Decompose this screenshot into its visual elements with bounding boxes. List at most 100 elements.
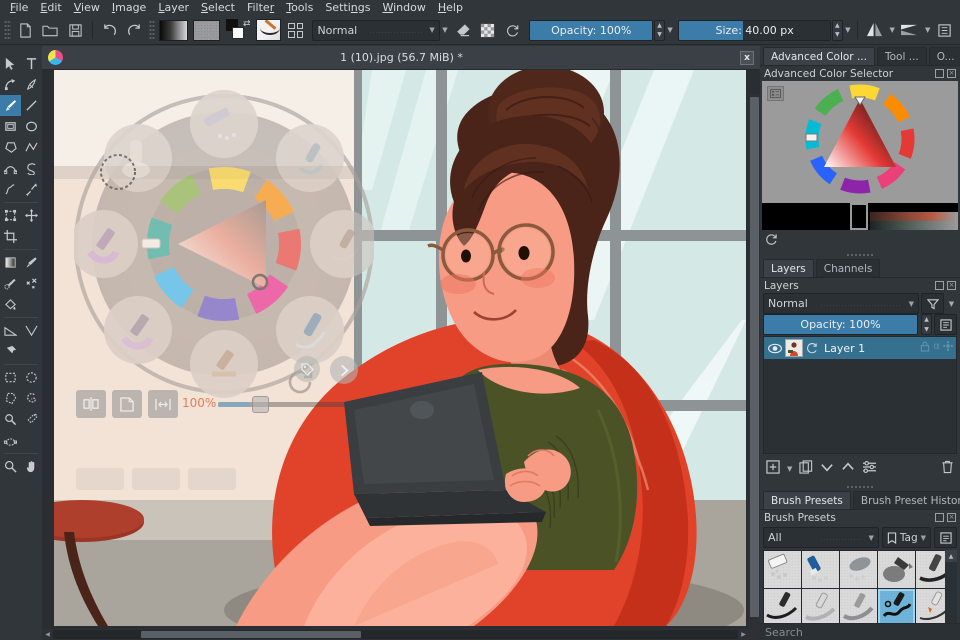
smart-patch-tool[interactable] <box>21 273 42 294</box>
menu-filter[interactable]: Filter <box>241 0 280 16</box>
filter-layers-icon[interactable] <box>921 293 944 314</box>
select-shapes-tool[interactable] <box>0 53 21 74</box>
toolbar-grip[interactable] <box>4 20 11 40</box>
layer-blend-mode-select[interactable]: Normal ▼ <box>763 293 919 314</box>
canvas-viewport[interactable]: 100% ◀ ▶ <box>42 70 760 640</box>
layer-properties-panel-icon[interactable] <box>862 460 877 477</box>
reset-brush-icon[interactable] <box>501 19 524 42</box>
freehand-selection-tool[interactable] <box>21 388 42 409</box>
size-stepper[interactable]: ▲ ▼ <box>831 19 843 41</box>
calligraphy-tool[interactable] <box>21 74 42 95</box>
canvas-horizontal-scroll-thumb[interactable] <box>141 631 361 638</box>
popup-zoom-slider-knob[interactable] <box>252 396 269 413</box>
blend-mode-extra-caret[interactable]: ▼ <box>440 20 450 41</box>
opacity-stepper[interactable]: ▲ ▼ <box>654 19 665 41</box>
size-slider[interactable]: Size: 40.00 px <box>678 19 831 41</box>
redo-icon[interactable] <box>123 19 146 42</box>
mirror-v-caret[interactable]: ▼ <box>922 20 932 41</box>
close-brush-docker-icon[interactable]: × <box>947 513 956 522</box>
list-item-selected[interactable] <box>878 589 915 626</box>
canvas-horizontal-scrollbar[interactable]: ◀ ▶ <box>42 629 749 640</box>
brush-tag-filter-select[interactable]: All ▼ <box>763 527 879 548</box>
layer-filter-icon[interactable] <box>943 341 953 355</box>
tab-layers[interactable]: Layers <box>763 259 814 277</box>
delete-layer-icon[interactable] <box>941 460 954 477</box>
color-sampler-tool[interactable] <box>21 252 42 273</box>
polygon-tool[interactable] <box>0 137 21 158</box>
layer-list[interactable]: Layer 1 α <box>763 336 957 454</box>
add-layer-caret[interactable]: ▼ <box>787 458 792 479</box>
freehand-brush-tool[interactable] <box>0 95 21 116</box>
tab-brush-preset-history[interactable]: Brush Preset History <box>852 491 960 509</box>
colorize-mask-tool[interactable] <box>0 273 21 294</box>
reset-color-icon[interactable] <box>764 232 778 249</box>
scroll-left-icon[interactable]: ◀ <box>42 629 53 640</box>
popup-tag-icon[interactable] <box>294 356 320 382</box>
popup-next-preset-icon[interactable] <box>330 356 358 384</box>
clear-canvas-icon[interactable] <box>112 390 142 418</box>
close-docker-icon[interactable]: × <box>947 69 956 78</box>
add-layer-icon[interactable] <box>766 460 780 477</box>
menu-help[interactable]: Help <box>432 0 469 16</box>
list-item[interactable] <box>878 551 915 588</box>
canvas-vertical-scrollbar[interactable] <box>749 94 760 640</box>
layer-visibility-icon[interactable] <box>767 343 782 354</box>
elliptical-selection-tool[interactable] <box>21 367 42 388</box>
opacity-extra-caret[interactable]: ▼ <box>665 20 675 41</box>
freehand-path-tool[interactable] <box>21 158 42 179</box>
ellipse-tool[interactable] <box>21 116 42 137</box>
new-document-icon[interactable] <box>14 19 37 42</box>
rectangular-selection-tool[interactable] <box>0 367 21 388</box>
image-canvas[interactable]: 100% <box>54 70 746 626</box>
list-item[interactable] <box>840 589 877 626</box>
layer-name[interactable]: Layer 1 <box>822 342 917 355</box>
duplicate-layer-icon[interactable] <box>799 460 813 477</box>
polygonal-selection-tool[interactable] <box>0 388 21 409</box>
tab-tool-options[interactable]: Tool ... <box>876 47 927 65</box>
reset-zoom-icon[interactable] <box>148 390 178 418</box>
measure-tool[interactable] <box>21 320 42 341</box>
size-extra-caret[interactable]: ▼ <box>843 20 853 41</box>
document-tab-title[interactable]: 1 (10).jpg (56.7 MiB) * <box>63 51 740 64</box>
list-item[interactable] <box>802 551 839 588</box>
tag-button[interactable]: Tag ▼ <box>881 527 931 548</box>
eraser-mode-icon[interactable] <box>451 19 474 42</box>
table-row[interactable]: Layer 1 α <box>764 337 956 359</box>
menu-image[interactable]: Image <box>106 0 152 16</box>
horizontal-scroll-track[interactable] <box>53 630 738 639</box>
move-tool[interactable] <box>21 205 42 226</box>
line-tool[interactable] <box>21 95 42 116</box>
mirror-horizontal-icon[interactable] <box>863 19 886 42</box>
edit-shapes-tool[interactable] <box>0 74 21 95</box>
mirror-h-caret[interactable]: ▼ <box>887 20 897 41</box>
gradient-tool[interactable] <box>0 252 21 273</box>
menu-file[interactable]: File <box>4 0 34 16</box>
menu-settings[interactable]: Settings <box>319 0 376 16</box>
zoom-tool[interactable] <box>0 456 21 477</box>
polyline-tool[interactable] <box>21 137 42 158</box>
filter-layers-caret[interactable]: ▼ <box>946 293 957 314</box>
list-item[interactable] <box>802 589 839 626</box>
magnetic-selection-tool[interactable] <box>0 409 21 430</box>
open-document-icon[interactable] <box>39 19 62 42</box>
gradient-preview-swatch[interactable] <box>159 19 188 41</box>
menu-view[interactable]: View <box>68 0 106 16</box>
brush-preset-options-icon[interactable] <box>934 527 957 548</box>
tab-advanced-color[interactable]: Advanced Color ... <box>763 47 875 65</box>
toolbar-grip-2[interactable] <box>148 20 156 40</box>
preserve-alpha-icon[interactable] <box>476 19 499 42</box>
menu-layer[interactable]: Layer <box>152 0 195 16</box>
float-brush-docker-icon[interactable] <box>935 513 944 522</box>
layer-alpha-lock-icon[interactable]: α <box>933 341 940 355</box>
text-tool[interactable] <box>21 53 42 74</box>
pattern-preview-swatch[interactable] <box>193 19 220 41</box>
foreground-background-color-icon[interactable]: ⇄ <box>225 18 251 42</box>
float-layers-docker-icon[interactable] <box>935 281 944 290</box>
docker-splitter-2[interactable] <box>760 483 960 490</box>
undo-icon[interactable] <box>98 19 121 42</box>
close-layers-docker-icon[interactable]: × <box>947 281 956 290</box>
bezier-curve-tool[interactable] <box>0 158 21 179</box>
move-layer-up-icon[interactable] <box>841 460 855 477</box>
pan-tool[interactable] <box>21 456 42 477</box>
layer-opacity-slider[interactable]: Opacity: 100% <box>763 314 918 335</box>
